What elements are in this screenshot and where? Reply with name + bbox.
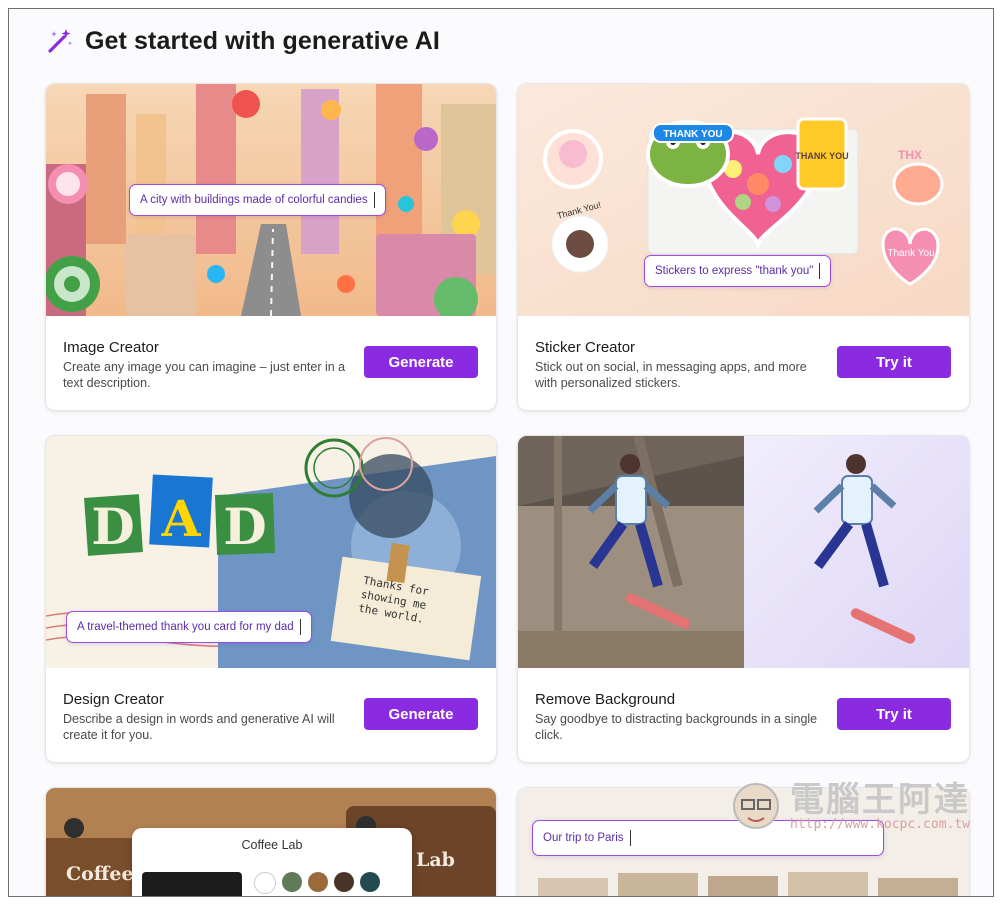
page-title: Get started with generative AI (85, 26, 440, 55)
swatch-teal[interactable] (360, 872, 380, 892)
design-prompt-text: A travel-themed thank you card for my da… (77, 621, 294, 633)
watermark: 電腦王阿達 http://www.kocpc.com.tw (732, 772, 970, 832)
card-title: Remove Background (535, 691, 676, 708)
swatch-white[interactable] (254, 872, 276, 894)
sticker-thx-text: THX (898, 148, 922, 162)
color-swatches[interactable] (254, 872, 380, 894)
design-letter-d1: D (91, 497, 134, 556)
sticker-beer-text: THANK YOU (795, 151, 848, 161)
sticker-prompt-text: Stickers to express "thank you" (655, 265, 814, 277)
watermark-text: 電腦王阿達 (790, 780, 970, 820)
generate-button[interactable]: Generate (364, 698, 478, 730)
card-remove-background[interactable]: Remove Background Say goodbye to distrac… (517, 435, 970, 763)
image-creator-preview: A city with buildings made of colorful c… (46, 84, 496, 316)
main-panel: Get started with generative AI A city wi… (8, 8, 994, 897)
coffee-logo-swatch (142, 872, 242, 896)
magic-wand-icon (48, 29, 73, 53)
swatch-dark-brown[interactable] (334, 872, 354, 892)
design-letter-d2: D (223, 497, 266, 556)
swatch-brown[interactable] (308, 872, 328, 892)
design-prompt-box: A travel-themed thank you card for my da… (66, 611, 312, 643)
sticker-creator-preview: THANK YOU THANK YOU Thank You! THX Thank… (518, 84, 969, 316)
card-title: Design Creator (63, 691, 164, 708)
try-it-button[interactable]: Try it (837, 698, 951, 730)
card-sticker-creator[interactable]: THANK YOU THANK YOU Thank You! THX Thank… (517, 83, 970, 411)
try-it-button[interactable]: Try it (837, 346, 951, 378)
swatch-green[interactable] (282, 872, 302, 892)
card-description: Describe a design in words and generativ… (63, 712, 335, 742)
watermark-face-icon (732, 783, 779, 829)
section-header: Get started with generative AI (45, 23, 440, 59)
design-creator-preview: D A D Thanks forshowing methe world. A t… (46, 436, 496, 668)
coffee-lab-label: Coffee Lab (241, 838, 303, 852)
image-prompt-text: A city with buildings made of colorful c… (140, 194, 368, 206)
card-description: Say goodbye to distracting backgrounds i… (535, 712, 818, 742)
coffee-lab-panel: Coffee Lab (132, 828, 412, 896)
card-title: Image Creator (63, 339, 159, 356)
card-design-creator[interactable]: D A D Thanks forshowing methe world. A t… (45, 435, 497, 763)
card-description: Create any image you can imagine – just … (63, 360, 346, 390)
sticker-heart-text: Thank You (887, 248, 934, 259)
sticker-thank-you-text: THANK YOU (663, 129, 722, 140)
card-image-creator[interactable]: A city with buildings made of colorful c… (45, 83, 497, 411)
card-coffee-lab[interactable]: Coffee Lab Lab Coffee Lab (45, 787, 497, 896)
sticker-prompt-box: Stickers to express "thank you" (644, 255, 832, 287)
card-description: Stick out on social, in messaging apps, … (535, 360, 807, 390)
image-prompt-box: A city with buildings made of colorful c… (129, 184, 386, 216)
coffee-sign-right: Lab (416, 849, 455, 871)
generate-button[interactable]: Generate (364, 346, 478, 378)
design-letter-a: A (161, 489, 202, 548)
remove-background-preview (518, 436, 969, 668)
paris-prompt-text: Our trip to Paris (543, 832, 624, 844)
watermark-url: http://www.kocpc.com.tw (789, 817, 970, 832)
card-title: Sticker Creator (535, 339, 636, 356)
